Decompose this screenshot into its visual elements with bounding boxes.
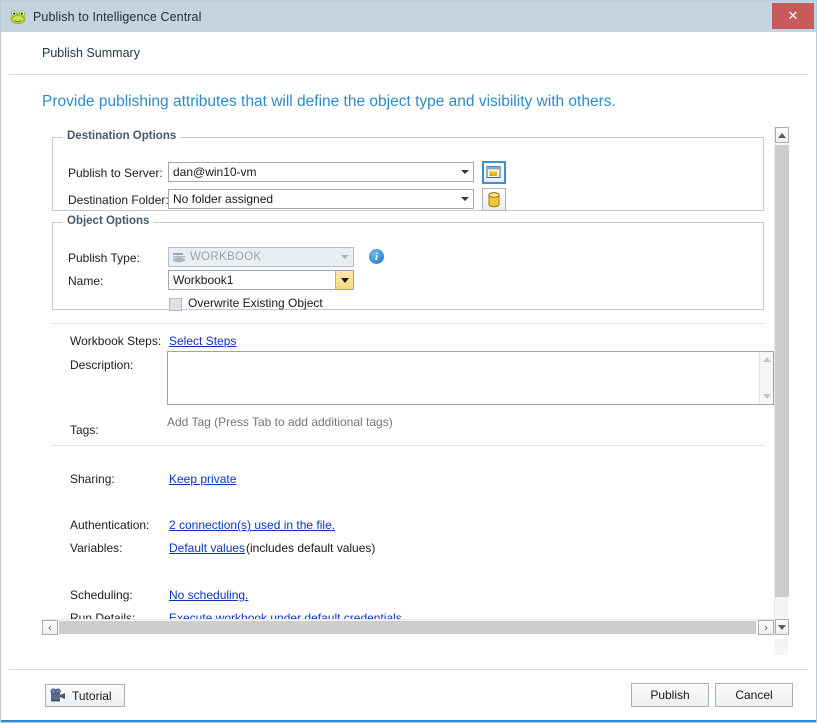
database-cylinder-icon[interactable] — [482, 188, 506, 211]
summary-content: Destination Options Publish to Server: d… — [42, 127, 774, 635]
title-bar: Publish to Intelligence Central ✕ — [1, 1, 816, 32]
footer-divider — [9, 669, 808, 670]
chevron-down-icon[interactable] — [456, 190, 473, 208]
horizontal-scroll-thumb[interactable] — [59, 621, 756, 634]
variables-suffix: (includes default values) — [246, 541, 376, 555]
publish-type-label: Publish Type: — [68, 251, 140, 265]
scroll-up-icon[interactable] — [763, 357, 771, 362]
no-scheduling-link[interactable]: No scheduling. — [169, 588, 248, 602]
chevron-down-icon — [336, 248, 353, 266]
scroll-right-icon[interactable]: › — [758, 620, 774, 635]
description-input[interactable] — [168, 352, 759, 404]
workbook-steps-label: Workbook Steps: — [70, 334, 162, 348]
workbook-icon — [169, 251, 186, 263]
sharing-divider — [52, 445, 764, 446]
header-bar: Publish Summary — [1, 32, 816, 74]
scroll-left-icon[interactable]: ‹ — [42, 620, 58, 635]
summary-scroll-pane: Destination Options Publish to Server: d… — [42, 127, 789, 655]
variables-label: Variables: — [70, 541, 123, 555]
description-scrollbar[interactable] — [759, 352, 773, 404]
name-label: Name: — [68, 274, 104, 288]
overwrite-existing-object-checkbox[interactable] — [169, 298, 182, 311]
select-steps-link[interactable]: Select Steps — [169, 334, 236, 348]
chevron-down-icon[interactable] — [335, 271, 353, 289]
cancel-button[interactable]: Cancel — [715, 683, 793, 707]
publish-type-combo: WORKBOOK — [168, 247, 354, 267]
description-textarea[interactable] — [167, 351, 774, 405]
info-icon[interactable]: i — [369, 249, 384, 264]
description-label: Description: — [70, 358, 134, 372]
scroll-up-icon[interactable] — [775, 127, 789, 143]
tutorial-button-label: Tutorial — [72, 688, 112, 703]
tutorial-button[interactable]: Tutorial — [45, 684, 125, 707]
new-server-connection-icon[interactable] — [482, 161, 506, 184]
overwrite-existing-object-label: Overwrite Existing Object — [188, 296, 323, 310]
destination-folder-combo[interactable]: No folder assigned — [168, 189, 474, 209]
destination-options-legend: Destination Options — [63, 130, 181, 142]
name-value[interactable]: Workbook1 — [169, 273, 335, 287]
authentication-label: Authentication: — [70, 518, 150, 532]
window-title: Publish to Intelligence Central — [33, 9, 202, 24]
destination-folder-value: No folder assigned — [173, 192, 274, 206]
scheduling-label: Scheduling: — [70, 588, 133, 602]
page-title: Publish Summary — [42, 46, 140, 60]
toad-frog-icon — [9, 8, 27, 26]
close-icon[interactable]: ✕ — [772, 3, 814, 29]
connections-used-link[interactable]: 2 connection(s) used in the file. — [169, 518, 335, 532]
publish-button[interactable]: Publish — [631, 683, 709, 707]
scrollbar-corner — [774, 639, 788, 655]
subtitle-text: Provide publishing attributes that will … — [42, 93, 616, 110]
object-options-group: Object Options — [52, 215, 764, 310]
publish-to-server-combo[interactable]: dan@win10-vm — [168, 162, 474, 182]
details-top-divider — [52, 323, 764, 324]
vertical-scroll-thumb[interactable] — [775, 145, 789, 597]
vertical-scrollbar[interactable] — [774, 127, 789, 635]
subtitle-container: Provide publishing attributes that will … — [1, 75, 816, 125]
publish-to-server-value: dan@win10-vm — [173, 165, 257, 179]
tags-label: Tags: — [70, 423, 99, 437]
movie-camera-icon — [50, 688, 67, 703]
chevron-down-icon[interactable] — [456, 163, 473, 181]
sharing-label: Sharing: — [70, 472, 115, 486]
bottom-accent-bar — [1, 720, 816, 722]
scroll-down-icon[interactable] — [763, 394, 771, 399]
keep-private-link[interactable]: Keep private — [169, 472, 236, 486]
publish-type-value: WORKBOOK — [190, 251, 262, 263]
scroll-down-icon[interactable] — [775, 619, 789, 635]
publish-to-server-label: Publish to Server: — [68, 166, 163, 180]
name-combo[interactable]: Workbook1 — [168, 270, 354, 290]
horizontal-scrollbar[interactable]: ‹ › — [42, 619, 774, 635]
tags-input[interactable] — [167, 415, 567, 429]
object-options-legend: Object Options — [63, 215, 154, 227]
destination-folder-label: Destination Folder: — [68, 193, 169, 207]
publish-dialog-window: Publish to Intelligence Central ✕ Publis… — [0, 0, 817, 723]
default-values-link[interactable]: Default values — [169, 541, 245, 555]
